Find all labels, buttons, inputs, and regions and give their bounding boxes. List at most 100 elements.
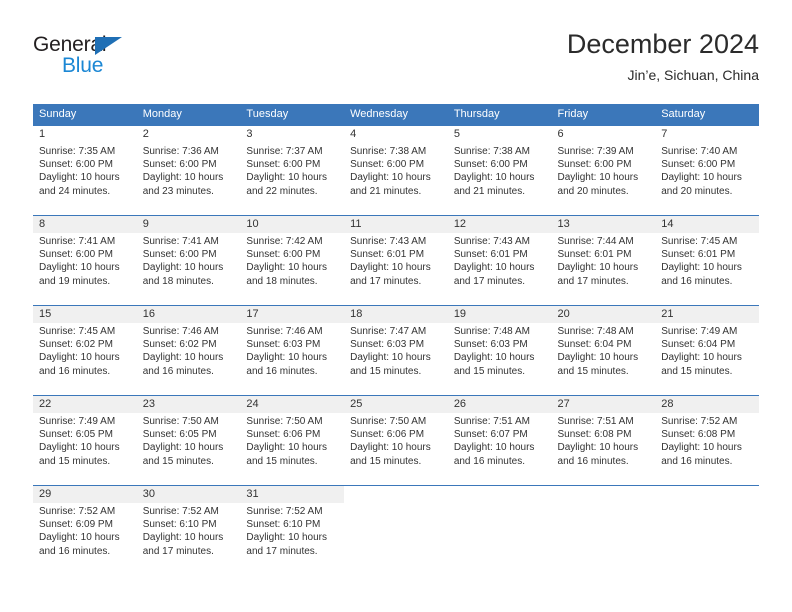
day-cell[interactable]: 9 Sunrise: 7:41 AM Sunset: 6:00 PM Dayli… (136, 216, 241, 305)
sunrise-text: Sunrise: 7:38 AM (453, 146, 530, 157)
day-number: 21 (661, 308, 674, 320)
day-number: 16 (142, 308, 155, 320)
logo-triangle-icon (95, 37, 122, 55)
day-cell[interactable]: 22 Sunrise: 7:49 AM Sunset: 6:05 PM Dayl… (33, 396, 137, 485)
day-cell[interactable]: 30 Sunrise: 7:52 AM Sunset: 6:10 PM Dayl… (136, 486, 241, 575)
day-number-band (655, 486, 759, 503)
sunrise-text: Sunrise: 7:43 AM (453, 236, 530, 247)
sunset-text: Sunset: 6:00 PM (453, 159, 528, 171)
sunrise-text: Sunrise: 7:49 AM (661, 326, 738, 337)
day-details: Sunrise: 7:39 AM Sunset: 6:00 PM Dayligh… (552, 143, 656, 198)
daylight-text-line1: Daylight: 10 hours (39, 352, 120, 364)
day-number-band: 21 (655, 306, 759, 323)
daylight-text-line2: and 22 minutes. (246, 185, 318, 197)
day-cell[interactable]: 8 Sunrise: 7:41 AM Sunset: 6:00 PM Dayli… (33, 216, 137, 305)
daylight-text-line2: and 15 minutes. (350, 455, 422, 467)
daylight-text-line1: Daylight: 10 hours (39, 172, 120, 184)
day-cell[interactable]: 17 Sunrise: 7:46 AM Sunset: 6:03 PM Dayl… (240, 306, 345, 395)
daylight-text-line1: Daylight: 10 hours (453, 352, 535, 364)
day-number: 17 (246, 308, 259, 320)
day-cell[interactable]: 18 Sunrise: 7:47 AM Sunset: 6:03 PM Dayl… (344, 306, 448, 395)
sunset-text: Sunset: 6:00 PM (142, 249, 217, 261)
sunrise-text: Sunrise: 7:49 AM (39, 416, 116, 427)
general-blue-logo[interactable]: General Blue (33, 33, 183, 81)
daylight-text-line1: Daylight: 10 hours (142, 352, 224, 364)
day-cell[interactable]: 24 Sunrise: 7:50 AM Sunset: 6:06 PM Dayl… (240, 396, 345, 485)
day-cell[interactable]: 21 Sunrise: 7:49 AM Sunset: 6:04 PM Dayl… (655, 306, 759, 395)
daylight-text-line2: and 16 minutes. (142, 365, 214, 377)
day-number-band: 6 (551, 126, 656, 143)
day-details: Sunrise: 7:43 AM Sunset: 6:01 PM Dayligh… (448, 233, 552, 288)
day-cell[interactable]: 4 Sunrise: 7:38 AM Sunset: 6:00 PM Dayli… (344, 126, 448, 215)
daylight-text-line1: Daylight: 10 hours (246, 532, 328, 544)
day-cell[interactable]: 25 Sunrise: 7:50 AM Sunset: 6:06 PM Dayl… (344, 396, 448, 485)
sunrise-text: Sunrise: 7:48 AM (453, 326, 530, 337)
day-details: Sunrise: 7:49 AM Sunset: 6:05 PM Dayligh… (33, 413, 137, 468)
daylight-text-line2: and 17 minutes. (557, 275, 629, 287)
day-cell[interactable]: 7 Sunrise: 7:40 AM Sunset: 6:00 PM Dayli… (655, 126, 759, 215)
day-details: Sunrise: 7:50 AM Sunset: 6:06 PM Dayligh… (240, 413, 344, 468)
day-number: 20 (557, 308, 570, 320)
sunrise-text: Sunrise: 7:41 AM (142, 236, 219, 247)
day-cell[interactable]: 14 Sunrise: 7:45 AM Sunset: 6:01 PM Dayl… (655, 216, 759, 305)
day-number: 28 (661, 398, 674, 410)
daylight-text-line1: Daylight: 10 hours (246, 442, 328, 454)
daylight-text-line1: Daylight: 10 hours (142, 532, 224, 544)
day-number: 25 (350, 398, 363, 410)
day-cell[interactable]: 3 Sunrise: 7:37 AM Sunset: 6:00 PM Dayli… (240, 126, 345, 215)
sunset-text: Sunset: 6:03 PM (453, 339, 528, 351)
daylight-text-line1: Daylight: 10 hours (350, 172, 431, 184)
day-cell[interactable]: 23 Sunrise: 7:50 AM Sunset: 6:05 PM Dayl… (136, 396, 241, 485)
day-cell[interactable]: 13 Sunrise: 7:44 AM Sunset: 6:01 PM Dayl… (551, 216, 656, 305)
sunset-text: Sunset: 6:08 PM (557, 429, 632, 441)
day-cell[interactable]: 10 Sunrise: 7:42 AM Sunset: 6:00 PM Dayl… (240, 216, 345, 305)
daylight-text-line2: and 23 minutes. (142, 185, 214, 197)
day-number-band (344, 486, 448, 503)
day-number-band (552, 486, 656, 503)
day-cell[interactable]: 12 Sunrise: 7:43 AM Sunset: 6:01 PM Dayl… (447, 216, 552, 305)
day-cell[interactable]: 29 Sunrise: 7:52 AM Sunset: 6:09 PM Dayl… (33, 486, 137, 575)
day-details: Sunrise: 7:38 AM Sunset: 6:00 PM Dayligh… (448, 143, 552, 198)
day-cell[interactable]: 6 Sunrise: 7:39 AM Sunset: 6:00 PM Dayli… (551, 126, 656, 215)
day-cell-empty (655, 486, 759, 575)
day-cell[interactable]: 31 Sunrise: 7:52 AM Sunset: 6:10 PM Dayl… (240, 486, 345, 575)
day-number-band: 15 (33, 306, 137, 323)
sunset-text: Sunset: 6:08 PM (661, 429, 736, 441)
page-subtitle-location: Jin’e, Sichuan, China (627, 67, 759, 83)
day-cell[interactable]: 16 Sunrise: 7:46 AM Sunset: 6:02 PM Dayl… (136, 306, 241, 395)
day-number: 22 (39, 398, 52, 410)
day-number: 29 (39, 488, 52, 500)
day-cell[interactable]: 19 Sunrise: 7:48 AM Sunset: 6:03 PM Dayl… (447, 306, 552, 395)
daylight-text-line2: and 16 minutes. (246, 365, 318, 377)
daylight-text-line1: Daylight: 10 hours (557, 442, 639, 454)
day-number: 4 (350, 128, 357, 140)
day-cell[interactable]: 15 Sunrise: 7:45 AM Sunset: 6:02 PM Dayl… (33, 306, 137, 395)
daylight-text-line1: Daylight: 10 hours (661, 442, 742, 454)
day-cell[interactable]: 28 Sunrise: 7:52 AM Sunset: 6:08 PM Dayl… (655, 396, 759, 485)
sunset-text: Sunset: 6:00 PM (557, 159, 632, 171)
day-number: 10 (246, 218, 259, 230)
day-cell[interactable]: 27 Sunrise: 7:51 AM Sunset: 6:08 PM Dayl… (551, 396, 656, 485)
day-number: 27 (557, 398, 570, 410)
sunset-text: Sunset: 6:00 PM (246, 249, 321, 261)
daylight-text-line1: Daylight: 10 hours (453, 442, 535, 454)
day-cell[interactable]: 1 Sunrise: 7:35 AM Sunset: 6:00 PM Dayli… (33, 126, 137, 215)
day-number: 15 (39, 308, 52, 320)
day-details: Sunrise: 7:51 AM Sunset: 6:07 PM Dayligh… (448, 413, 552, 468)
day-cell[interactable]: 5 Sunrise: 7:38 AM Sunset: 6:00 PM Dayli… (447, 126, 552, 215)
daylight-text-line2: and 15 minutes. (453, 365, 525, 377)
sunset-text: Sunset: 6:05 PM (142, 429, 217, 441)
sunset-text: Sunset: 6:06 PM (350, 429, 425, 441)
title-block: December 2024 Jin’e, Sichuan, China (567, 28, 759, 85)
day-cell[interactable]: 20 Sunrise: 7:48 AM Sunset: 6:04 PM Dayl… (551, 306, 656, 395)
day-cell[interactable]: 2 Sunrise: 7:36 AM Sunset: 6:00 PM Dayli… (136, 126, 241, 215)
day-details: Sunrise: 7:51 AM Sunset: 6:08 PM Dayligh… (552, 413, 656, 468)
daylight-text-line1: Daylight: 10 hours (39, 532, 120, 544)
sunset-text: Sunset: 6:01 PM (350, 249, 425, 261)
daylight-text-line2: and 17 minutes. (246, 545, 318, 557)
day-cell[interactable]: 11 Sunrise: 7:43 AM Sunset: 6:01 PM Dayl… (344, 216, 448, 305)
day-cell[interactable]: 26 Sunrise: 7:51 AM Sunset: 6:07 PM Dayl… (447, 396, 552, 485)
day-number-band: 25 (344, 396, 448, 413)
daylight-text-line1: Daylight: 10 hours (142, 442, 224, 454)
sunset-text: Sunset: 6:10 PM (246, 519, 321, 531)
